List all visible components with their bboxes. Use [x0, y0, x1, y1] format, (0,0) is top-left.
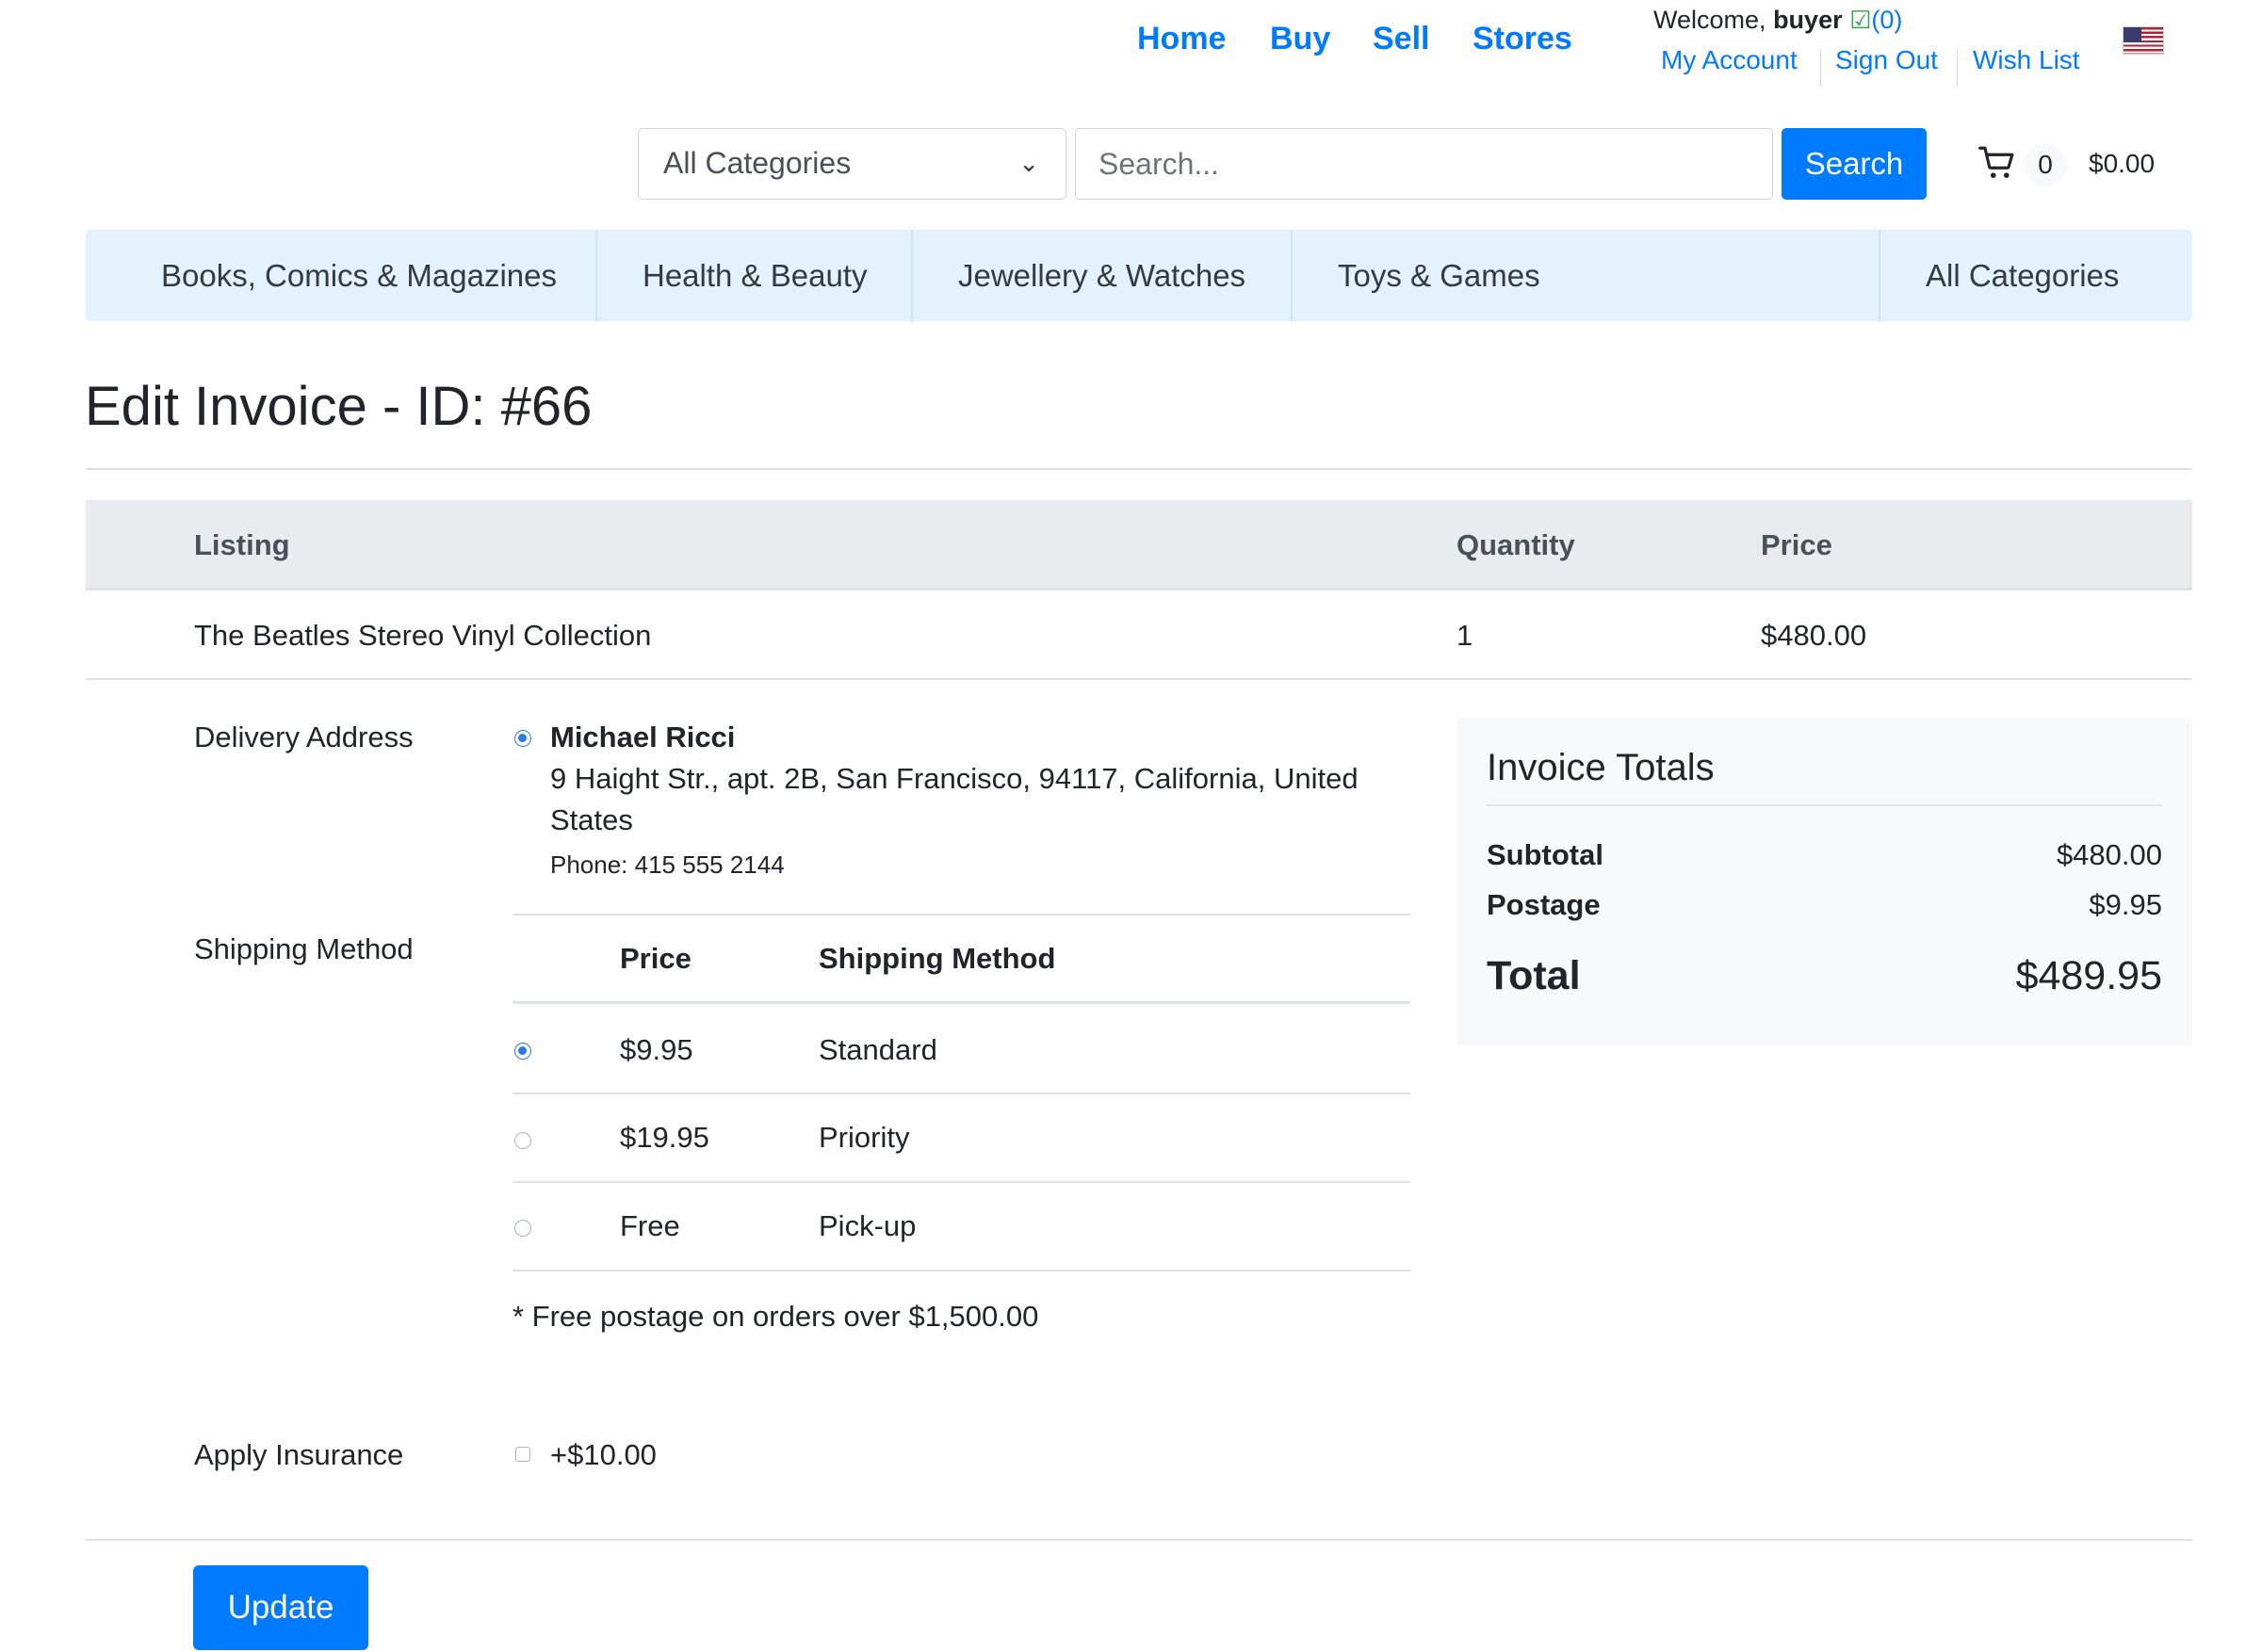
us-flag-icon[interactable]	[2123, 26, 2164, 55]
listing-title[interactable]: The Beatles Stereo Vinyl Collection	[194, 619, 651, 653]
shipping-method-label: Shipping Method	[194, 932, 414, 965]
wish-list-link[interactable]: Wish List	[1973, 45, 2080, 75]
search-button[interactable]: Search	[1782, 128, 1927, 200]
category-books-comics-magazines[interactable]: Books, Comics & Magazines	[161, 230, 557, 321]
category-divider	[1291, 230, 1293, 321]
category-divider	[911, 230, 913, 321]
subtotal-value: $480.00	[2056, 838, 2162, 871]
shipping-option-price: $9.95	[620, 1033, 693, 1066]
category-divider	[1879, 230, 1880, 321]
listing-column-header: Listing	[194, 528, 290, 561]
shipping-row-divider	[513, 1093, 1410, 1094]
nav-sell-link[interactable]: Sell	[1373, 21, 1429, 57]
total-value: $489.95	[2015, 953, 2162, 998]
invoice-totals-title: Invoice Totals	[1487, 747, 1715, 788]
nav-buy-link[interactable]: Buy	[1270, 21, 1330, 57]
username: buyer	[1773, 6, 1843, 34]
shipping-header-border	[513, 1001, 1410, 1004]
price-column-header: Price	[1761, 528, 1832, 561]
my-account-link[interactable]: My Account	[1661, 45, 1798, 75]
category-jewellery-watches[interactable]: Jewellery & Watches	[958, 230, 1245, 321]
delivery-address-label: Delivery Address	[194, 721, 414, 753]
shipping-option-method: Priority	[819, 1121, 910, 1154]
category-select[interactable]: All Categories ⌄	[638, 128, 1066, 200]
delivery-name: Michael Ricci	[550, 721, 736, 753]
shipping-option-method: Pick-up	[819, 1209, 917, 1242]
shipping-row-divider	[513, 1181, 1410, 1183]
free-postage-note: * Free postage on orders over $1,500.00	[513, 1300, 1039, 1333]
postage-value: $9.95	[2089, 888, 2162, 921]
delivery-address-line2: States	[550, 803, 633, 836]
table-row-divider	[86, 678, 2192, 680]
welcome-prefix: Welcome,	[1653, 6, 1766, 34]
category-select-value: All Categories	[663, 146, 852, 180]
insurance-checkbox[interactable]	[515, 1447, 530, 1462]
shipping-method-header: Shipping Method	[819, 942, 1056, 975]
shipping-option-radio[interactable]	[514, 1132, 531, 1149]
feedback-count[interactable]: (0)	[1871, 6, 1902, 34]
shipping-option-method: Standard	[819, 1033, 937, 1066]
form-footer-divider	[86, 1539, 2192, 1541]
shipping-row-divider	[513, 1270, 1410, 1271]
search-input[interactable]	[1075, 128, 1773, 200]
page-title: Edit Invoice - ID: #66	[85, 376, 593, 437]
total-label: Total	[1487, 953, 1581, 998]
invoice-totals-panel: Invoice Totals Subtotal $480.00 Postage …	[1456, 719, 2192, 1045]
delivery-address-line1: 9 Haight Str., apt. 2B, San Francisco, 9…	[550, 762, 1359, 795]
invoice-totals-divider	[1487, 804, 2162, 806]
nav-stores-link[interactable]: Stores	[1473, 21, 1572, 57]
account-link-divider	[1957, 49, 1958, 87]
shipping-option-radio[interactable]	[514, 1220, 531, 1237]
chevron-down-icon: ⌄	[1018, 149, 1039, 177]
nav-home-link[interactable]: Home	[1137, 21, 1226, 57]
listing-price: $480.00	[1761, 619, 1867, 652]
listing-quantity: 1	[1456, 619, 1473, 652]
category-health-beauty[interactable]: Health & Beauty	[643, 230, 867, 321]
category-all[interactable]: All Categories	[1926, 230, 2119, 321]
insurance-amount: +$10.00	[550, 1438, 657, 1471]
shipping-price-header: Price	[620, 942, 692, 975]
shipping-option-radio[interactable]	[514, 1043, 531, 1060]
category-divider	[595, 230, 597, 321]
quantity-column-header: Quantity	[1456, 528, 1575, 561]
category-toys-games[interactable]: Toys & Games	[1338, 230, 1540, 321]
account-link-divider	[1820, 49, 1821, 87]
cart-icon[interactable]	[1978, 143, 2018, 183]
feedback-check-icon: ☑	[1849, 6, 1872, 34]
delivery-phone: Phone: 415 555 2144	[550, 850, 785, 879]
shipping-table-top-border	[513, 914, 1410, 915]
cart-count-badge: 0	[2024, 143, 2067, 186]
title-divider	[86, 468, 2192, 470]
update-button[interactable]: Update	[193, 1565, 368, 1650]
category-bar: Books, Comics & Magazines Health & Beaut…	[86, 230, 2192, 321]
subtotal-label: Subtotal	[1487, 838, 1603, 871]
shipping-option-price: $19.95	[620, 1121, 709, 1154]
delivery-address-radio[interactable]	[514, 730, 531, 747]
shipping-option-price: Free	[620, 1209, 680, 1242]
welcome-message: Welcome, buyer ☑(0)	[1653, 6, 1902, 35]
postage-label: Postage	[1487, 888, 1601, 921]
cart-total: $0.00	[2089, 149, 2156, 178]
apply-insurance-label: Apply Insurance	[194, 1438, 404, 1471]
listing-table-header: Listing Quantity Price	[86, 500, 2192, 591]
sign-out-link[interactable]: Sign Out	[1835, 45, 1938, 75]
